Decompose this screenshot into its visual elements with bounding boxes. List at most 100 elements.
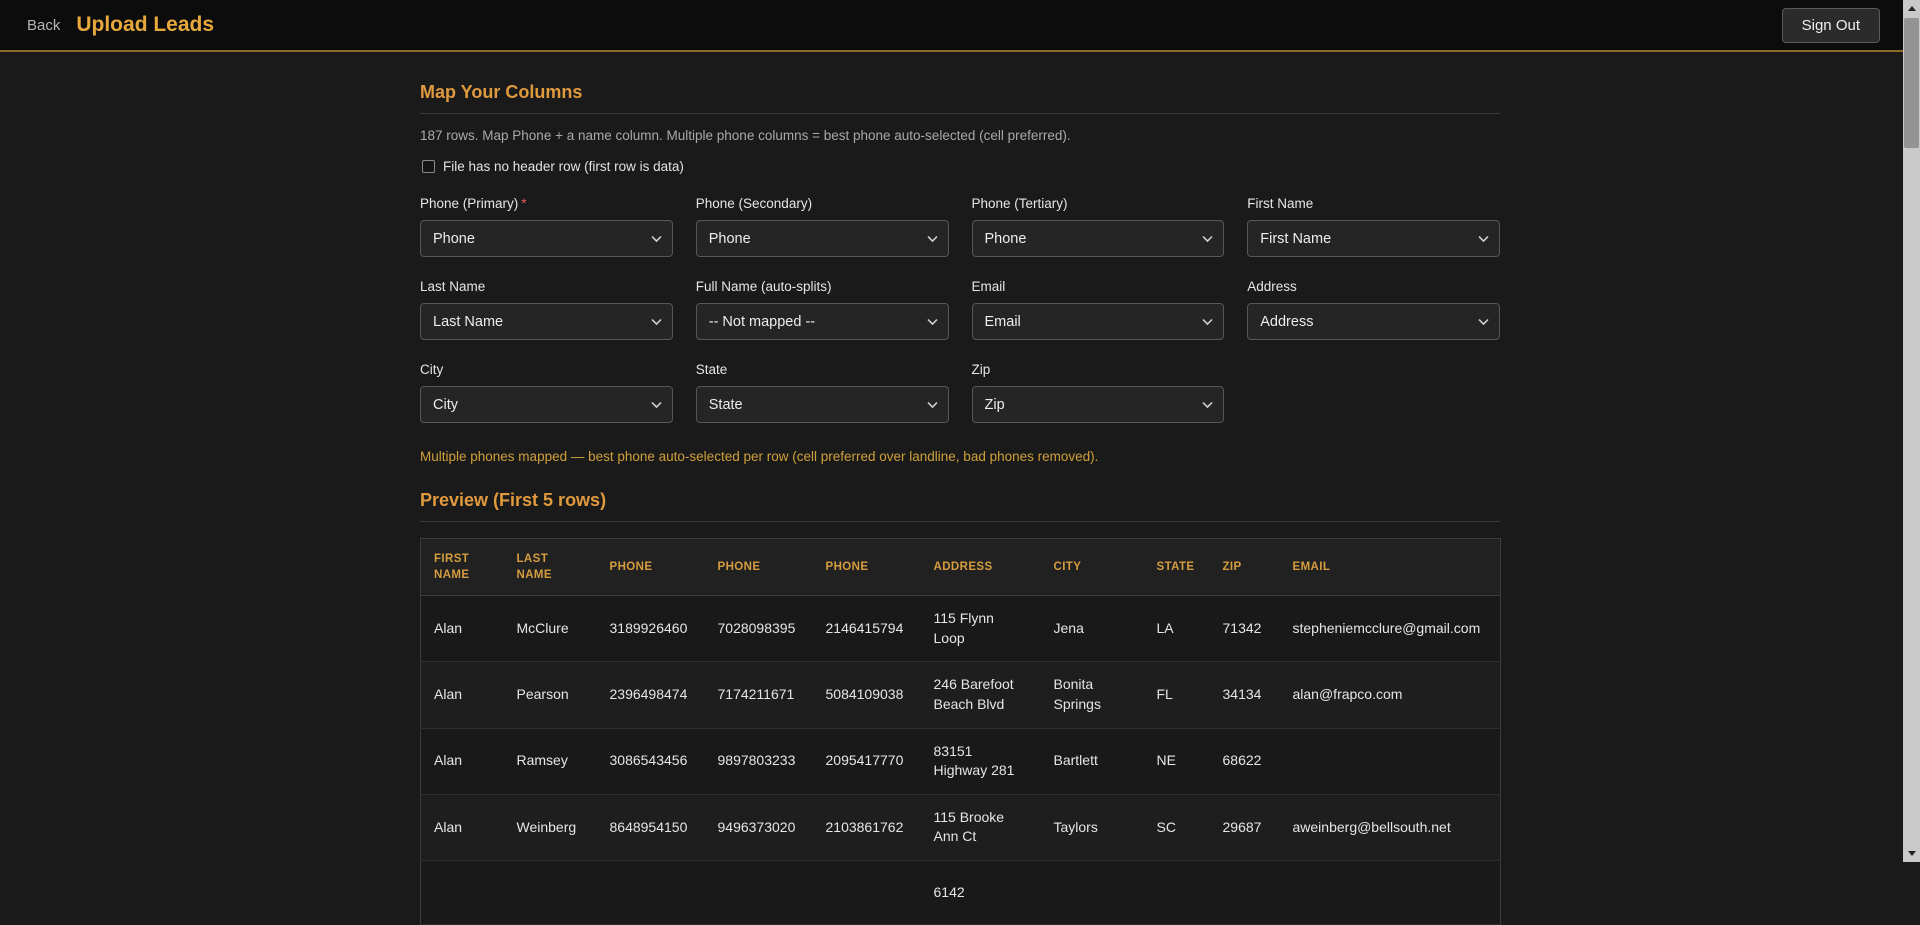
main-content: Map Your Columns 187 rows. Map Phone + a… [420,52,1501,925]
cell-email-9: alan@frapco.com [1279,661,1501,729]
cell-email-9 [1279,860,1501,925]
field-label-phone-secondary: Phone (Secondary) [695,196,813,211]
cell-phone-4 [812,860,921,925]
cell-state-7: SC [1143,794,1210,861]
cell-phone-3: 7174211671 [704,661,813,729]
field-label-email: Email [971,279,1006,294]
field-last-name: Last Name Last Name [420,279,673,340]
table-row: Alan Ramsey 3086543456 9897803233 2095417770… [420,728,1501,795]
field-label-phone-primary: Phone (Primary) * [420,196,527,211]
cell-first-name-0: Alan [420,728,504,795]
back-link[interactable]: Back [27,17,60,34]
field-label-address: Address [1247,279,1297,294]
select-state[interactable]: State [695,386,949,423]
table-row: Alan Weinberg 8648954150 9496373020 21038617… [420,794,1501,861]
scrollbar-up-arrow-icon[interactable] [1903,0,1920,17]
field-label-zip: Zip [971,362,991,377]
preview-heading: Preview (First 5 rows) [420,490,1500,522]
select-full-name-auto-splits[interactable]: -- Not mapped -- [695,303,949,340]
column-header-state-7: State [1143,538,1210,597]
cell-phone-4: 2095417770 [812,728,921,795]
select-phone-tertiary[interactable]: Phone [971,220,1225,257]
cell-city-6 [1040,860,1144,925]
cell-address-5: 83151 Highway 281 [920,728,1041,795]
cell-state-7: NE [1143,728,1210,795]
cell-phone-3: 7028098395 [704,595,813,663]
cell-address-5: 246 Barefoot Beach Blvd [920,661,1041,729]
column-header-zip-8: Zip [1209,538,1280,597]
field-label-last-name: Last Name [420,279,486,294]
column-header-phone-2: Phone [596,538,705,597]
required-asterisk: * [521,196,527,211]
table-row: Alan McClure 3189926460 7028098395 214641579… [420,595,1501,663]
preview-table: First Name Last Name Phone Phone Phone Addres… [420,538,1501,925]
vertical-scrollbar[interactable] [1903,0,1920,862]
cell-city-6: Bonita Springs [1040,661,1144,729]
field-label-full-name-auto-splits: Full Name (auto-splits) [695,279,832,294]
field-label-first-name: First Name [1247,196,1314,211]
cell-city-6: Jena [1040,595,1144,663]
map-columns-heading: Map Your Columns [420,82,1500,114]
select-zip[interactable]: Zip [971,386,1225,423]
cell-email-9: stepheniemcclure@gmail.com [1279,595,1501,663]
cell-phone-2: 2396498474 [596,661,705,729]
mapping-subtitle: 187 rows. Map Phone + a name column. Mul… [420,128,1071,143]
sign-out-button[interactable]: Sign Out [1781,7,1880,43]
column-header-last-name-1: Last Name [503,538,597,597]
no-header-checkbox-label[interactable]: File has no header row (first row is dat… [443,159,684,174]
select-first-name[interactable]: First Name [1247,220,1500,257]
multiple-phones-note: Multiple phones mapped — best phone auto… [420,449,1099,464]
field-label-city: City [420,362,444,377]
table-row: 6142 [420,860,1501,925]
field-email: Email Email [971,279,1225,340]
cell-city-6: Taylors [1040,794,1144,861]
cell-first-name-0: Alan [420,595,504,663]
cell-zip-8: 29687 [1209,794,1280,861]
no-header-checkbox[interactable] [422,160,435,173]
cell-phone-3: 9496373020 [704,794,813,861]
cell-phone-4: 5084109038 [812,661,921,729]
cell-last-name-1: Pearson [503,661,597,729]
cell-phone-2: 8648954150 [596,794,705,861]
table-header-row: First Name Last Name Phone Phone Phone Addres… [420,538,1501,597]
scrollbar-thumb[interactable] [1904,18,1919,148]
cell-zip-8 [1209,860,1280,925]
no-header-row: File has no header row (first row is dat… [420,159,1500,174]
select-phone-secondary[interactable]: Phone [695,220,949,257]
column-header-city-6: City [1040,538,1144,597]
cell-last-name-1: Ramsey [503,728,597,795]
select-address[interactable]: Address [1247,303,1500,340]
select-email[interactable]: Email [971,303,1225,340]
cell-phone-2: 3086543456 [596,728,705,795]
cell-address-5: 115 Flynn Loop [920,595,1041,663]
select-city[interactable]: City [420,386,673,423]
cell-email-9 [1279,728,1501,795]
cell-phone-3: 9897803233 [704,728,813,795]
column-header-email-9: Email [1279,538,1501,597]
field-phone-primary: Phone (Primary) * Phone [420,196,673,257]
column-header-first-name-0: First Name [420,538,504,597]
cell-zip-8: 34134 [1209,661,1280,729]
cell-first-name-0: Alan [420,661,504,729]
column-header-phone-3: Phone [704,538,813,597]
field-phone-tertiary: Phone (Tertiary) Phone [971,196,1225,257]
cell-city-6: Bartlett [1040,728,1144,795]
cell-address-5: 115 Brooke Ann Ct [920,794,1041,861]
cell-state-7: FL [1143,661,1210,729]
field-label-phone-tertiary: Phone (Tertiary) [971,196,1068,211]
cell-zip-8: 68622 [1209,728,1280,795]
field-zip: Zip Zip [971,362,1225,423]
cell-phone-2: 3189926460 [596,595,705,663]
cell-phone-4: 2103861762 [812,794,921,861]
field-address: Address Address [1247,279,1500,340]
field-label-state: State [695,362,728,377]
cell-last-name-1 [503,860,597,925]
mapping-fields-grid: Phone (Primary) * Phone Phone (Secondary) Ph… [420,196,1500,423]
table-row: Alan Pearson 2396498474 7174211671 508410903… [420,661,1501,729]
field-full-name-auto-splits: Full Name (auto-splits) -- Not mapped -- [695,279,949,340]
select-phone-primary[interactable]: Phone [420,220,673,257]
select-last-name[interactable]: Last Name [420,303,673,340]
scrollbar-down-arrow-icon[interactable] [1903,845,1920,862]
cell-phone-4: 2146415794 [812,595,921,663]
field-phone-secondary: Phone (Secondary) Phone [695,196,949,257]
